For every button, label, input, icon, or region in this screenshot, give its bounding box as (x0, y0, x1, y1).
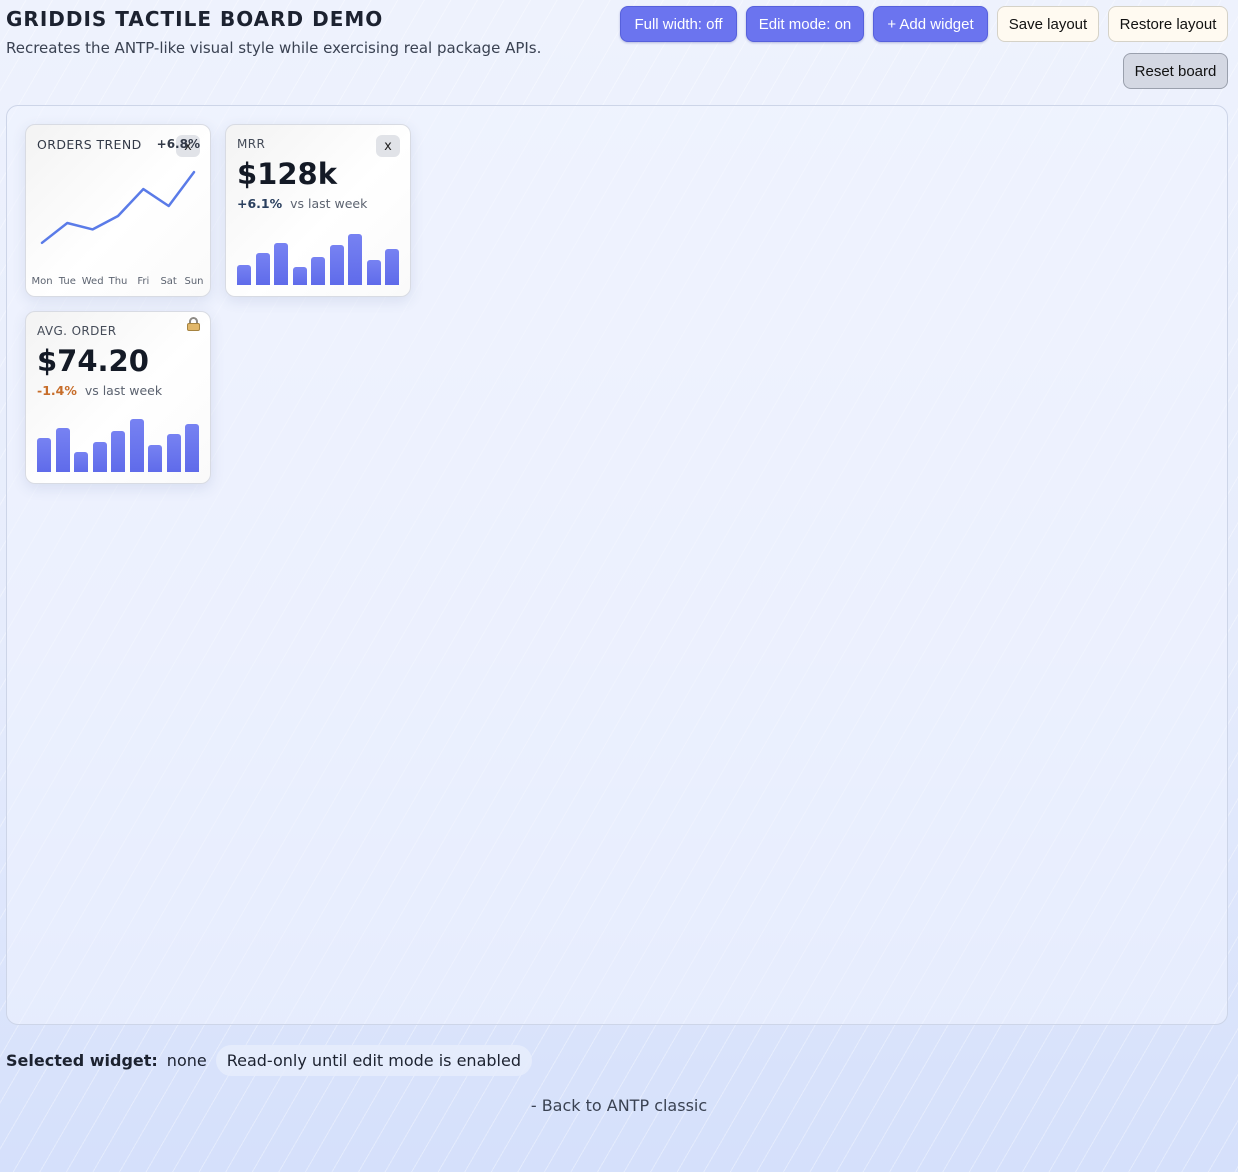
day-label-tue: Tue (58, 276, 76, 287)
avg-order-bar-7 (148, 444, 162, 472)
kpi-value: $74.20 (37, 344, 149, 378)
day-label-wed: Wed (82, 276, 104, 287)
mrr-bar-5 (311, 257, 325, 285)
avg-order-bar-5 (111, 430, 125, 472)
day-label-fri: Fri (137, 276, 149, 287)
orders-trend-day-labels: Mon Tue Wed Thu Fri Sat Sun (31, 276, 203, 287)
avg-order-bar-3 (74, 452, 88, 472)
widget-label: ORDERS TREND (37, 137, 142, 152)
restore-layout-button[interactable]: Restore layout (1108, 6, 1228, 42)
full-width-toggle-button[interactable]: Full width: off (620, 6, 737, 42)
add-widget-button[interactable]: + Add widget (873, 6, 988, 42)
mrr-bar-9 (385, 248, 399, 285)
selected-widget-label: Selected widget: (6, 1050, 158, 1070)
mrr-sparkbars (237, 225, 401, 285)
status-pill: Read-only until edit mode is enabled (215, 1044, 532, 1076)
avg-order-bar-4 (92, 442, 107, 472)
mrr-bar-6 (329, 244, 344, 285)
mrr-bar-8 (366, 259, 381, 285)
widget-label: AVG. ORDER (37, 324, 117, 338)
avg-order-bar-9 (185, 423, 199, 472)
kpi-delta: +6.1% (237, 196, 283, 211)
mrr-bar-1 (237, 264, 251, 285)
widget-mrr[interactable]: MRR x $128k +6.1% vs last week (225, 124, 411, 297)
orders-trend-line (40, 170, 196, 245)
avg-order-bar-6 (129, 418, 144, 472)
back-to-classic-link[interactable]: - Back to ANTP classic (0, 1096, 1238, 1115)
reset-board-button[interactable]: Reset board (1123, 53, 1228, 89)
selection-status: Selected widget: none Read-only until ed… (6, 1044, 532, 1076)
selected-widget-value: none (166, 1050, 207, 1070)
edit-mode-toggle-button[interactable]: Edit mode: on (746, 6, 864, 42)
avg-order-sparkbars (37, 412, 201, 472)
day-label-mon: Mon (31, 276, 52, 287)
avg-order-bar-2 (55, 428, 70, 472)
mrr-bar-3 (274, 243, 288, 285)
page-subtitle: Recreates the ANTP-like visual style whi… (6, 39, 542, 57)
widget-avg-order[interactable]: AVG. ORDER $74.20 -1.4% vs last week (25, 311, 211, 484)
trend-delta: +6.8% (156, 137, 200, 151)
mrr-bar-7 (348, 233, 362, 285)
widget-label: MRR (237, 137, 266, 151)
kpi-change: +6.1% vs last week (237, 196, 367, 211)
avg-order-bar-1 (37, 438, 51, 472)
day-label-sat: Sat (160, 276, 176, 287)
widget-board[interactable]: Mon Tue Wed Thu Fri Sat Sun ORDERS TREND x +6.… (6, 105, 1228, 1025)
save-layout-button[interactable]: Save layout (997, 6, 1099, 42)
close-widget-button[interactable]: x (376, 135, 400, 157)
mrr-bar-4 (292, 267, 307, 285)
day-label-thu: Thu (108, 276, 128, 287)
page-title: GRIDDIS TACTILE BOARD DEMO (6, 7, 384, 31)
mrr-bar-2 (255, 253, 270, 285)
kpi-delta-suffix: vs last week (290, 196, 368, 211)
widget-orders-trend[interactable]: Mon Tue Wed Thu Fri Sat Sun ORDERS TREND x +6.… (25, 124, 211, 297)
kpi-delta: -1.4% (37, 383, 77, 398)
kpi-value: $128k (237, 157, 337, 191)
kpi-change: -1.4% vs last week (37, 383, 162, 398)
day-label-sun: Sun (184, 276, 203, 287)
avg-order-bar-8 (166, 433, 181, 472)
lock-icon (187, 317, 200, 331)
kpi-delta-suffix: vs last week (84, 383, 163, 398)
